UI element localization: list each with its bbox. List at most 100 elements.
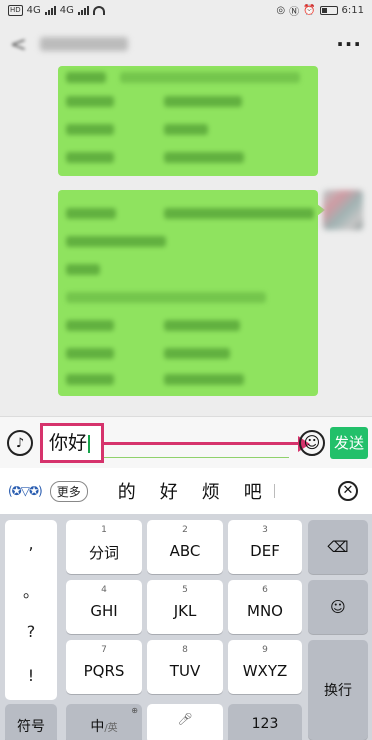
signal-label-2: 4G bbox=[59, 4, 74, 16]
key-label: 分词 bbox=[88, 544, 119, 562]
punct-period-key[interactable]: 。 bbox=[5, 578, 57, 602]
candidate-word[interactable]: 吧 bbox=[244, 478, 262, 504]
hd-icon: HD bbox=[8, 4, 23, 16]
key-label: GHI bbox=[90, 602, 118, 620]
blurred-text bbox=[66, 72, 106, 83]
blurred-text bbox=[66, 96, 114, 107]
punct-question-key[interactable]: ? bbox=[5, 622, 57, 641]
candidate-divider bbox=[273, 484, 275, 498]
emoji-icon[interactable]: ☺ bbox=[299, 430, 325, 456]
key-3[interactable]: 3 DEF bbox=[228, 520, 302, 574]
status-bar: HD 4G 4G ◎ Ⓝ ⏰ 6:11 bbox=[0, 0, 372, 20]
chevron-left-icon[interactable]: < bbox=[10, 32, 34, 56]
message-input[interactable]: 你好 bbox=[40, 423, 104, 463]
battery-icon bbox=[319, 5, 338, 15]
blurred-text bbox=[66, 320, 114, 331]
key-label: ABC bbox=[169, 542, 201, 560]
key-1[interactable]: 1 分词 bbox=[66, 520, 142, 574]
emoji-icon: ☺ bbox=[330, 598, 346, 616]
blurred-text bbox=[164, 348, 230, 359]
signal-bars-1-icon bbox=[44, 5, 56, 15]
microphone-icon: 🎤︎ bbox=[177, 712, 193, 726]
alarm-icon: ⏰ bbox=[303, 4, 316, 16]
message-input-text: 你好 bbox=[49, 432, 88, 454]
nfc-icon: Ⓝ bbox=[289, 6, 300, 18]
blurred-text bbox=[164, 124, 208, 135]
blurred-text bbox=[120, 72, 300, 83]
backspace-key[interactable]: ⌫ bbox=[308, 520, 368, 574]
candidate-word[interactable]: 的 bbox=[118, 478, 136, 504]
key-label: MNO bbox=[247, 602, 283, 620]
chinese-label: 中 bbox=[90, 719, 105, 735]
numbers-key[interactable]: 123 bbox=[228, 704, 302, 740]
key-7[interactable]: 7 PQRS bbox=[66, 640, 142, 694]
ime-logo-icon[interactable]: (✪▽✪) bbox=[8, 484, 43, 498]
blurred-text bbox=[164, 374, 244, 385]
signal-label-1: 4G bbox=[26, 4, 41, 16]
blurred-text bbox=[66, 374, 114, 385]
chat-title-blurred bbox=[40, 37, 128, 51]
blurred-text bbox=[66, 124, 114, 135]
symbol-key-label: 符号 bbox=[17, 719, 45, 735]
key-number: 9 bbox=[262, 645, 268, 655]
key-2[interactable]: 2 ABC bbox=[147, 520, 223, 574]
punctuation-column[interactable]: , 。 ? ! bbox=[5, 520, 57, 700]
symbol-key[interactable]: 符号 bbox=[5, 704, 57, 740]
annotation-arrow bbox=[104, 442, 302, 445]
blurred-text bbox=[66, 236, 166, 247]
location-icon: ◎ bbox=[276, 4, 286, 16]
blurred-text bbox=[164, 96, 242, 107]
key-9[interactable]: 9 WXYZ bbox=[228, 640, 302, 694]
blurred-text bbox=[66, 292, 266, 303]
voice-icon[interactable]: ♪ bbox=[7, 430, 33, 456]
ime-keyboard: , 。 ? ! 1 分词 2 ABC 3 DEF ⌫ 4 GHI 5 JKL 6… bbox=[0, 514, 372, 740]
candidate-word[interactable]: 好 bbox=[160, 478, 178, 504]
close-circle-icon[interactable]: ✕ bbox=[338, 481, 358, 501]
avatar[interactable] bbox=[323, 190, 363, 230]
ime-candidate-bar: (✪▽✪) 更多 的 好 烦 吧 ✕ bbox=[0, 468, 372, 514]
wifi-icon bbox=[92, 5, 105, 15]
emoji-key[interactable]: ☺ bbox=[308, 580, 368, 634]
blurred-text bbox=[66, 152, 114, 163]
language-switch-key[interactable]: 中/英 ⊕ bbox=[66, 704, 142, 740]
globe-icon: ⊕ bbox=[131, 706, 138, 715]
numbers-key-label: 123 bbox=[251, 716, 279, 732]
message-bubble[interactable] bbox=[58, 190, 325, 396]
key-number: 8 bbox=[182, 645, 188, 655]
key-number: 7 bbox=[101, 645, 107, 655]
key-number: 2 bbox=[182, 525, 188, 535]
key-number: 4 bbox=[101, 585, 107, 595]
more-candidates-button[interactable]: 更多 bbox=[49, 480, 88, 502]
text-caret bbox=[88, 434, 91, 453]
blurred-text bbox=[164, 320, 240, 331]
key-5[interactable]: 5 JKL bbox=[147, 580, 223, 634]
key-number: 5 bbox=[182, 585, 188, 595]
key-number: 3 bbox=[262, 525, 268, 535]
key-8[interactable]: 8 TUV bbox=[147, 640, 223, 694]
enter-key[interactable]: 换行 bbox=[308, 640, 368, 740]
punct-exclaim-key[interactable]: ! bbox=[5, 666, 57, 685]
send-button[interactable]: 发送 bbox=[330, 427, 368, 459]
enter-key-label: 换行 bbox=[324, 683, 352, 699]
key-label: WXYZ bbox=[242, 662, 288, 680]
punct-comma-key[interactable]: , bbox=[5, 534, 57, 553]
space-key[interactable]: 🎤︎ bbox=[147, 704, 223, 740]
key-4[interactable]: 4 GHI bbox=[66, 580, 142, 634]
message-bubble[interactable] bbox=[58, 66, 318, 176]
key-number: 6 bbox=[262, 585, 268, 595]
key-number: 1 bbox=[101, 525, 107, 535]
english-sub-label: /英 bbox=[104, 723, 118, 734]
key-label: TUV bbox=[169, 662, 201, 680]
blurred-text bbox=[66, 348, 114, 359]
key-label: DEF bbox=[250, 542, 280, 560]
key-label: PQRS bbox=[83, 662, 125, 680]
message-input-bar: ♪ 你好 ☺ 发送 bbox=[0, 416, 372, 468]
key-6[interactable]: 6 MNO bbox=[228, 580, 302, 634]
chat-title-bar: < ··· bbox=[0, 22, 372, 66]
blurred-text bbox=[66, 208, 116, 219]
blurred-text bbox=[164, 152, 244, 163]
candidate-word[interactable]: 烦 bbox=[202, 478, 220, 504]
backspace-icon: ⌫ bbox=[327, 538, 349, 556]
key-label: JKL bbox=[173, 602, 197, 620]
more-dots-icon[interactable]: ··· bbox=[336, 32, 362, 56]
